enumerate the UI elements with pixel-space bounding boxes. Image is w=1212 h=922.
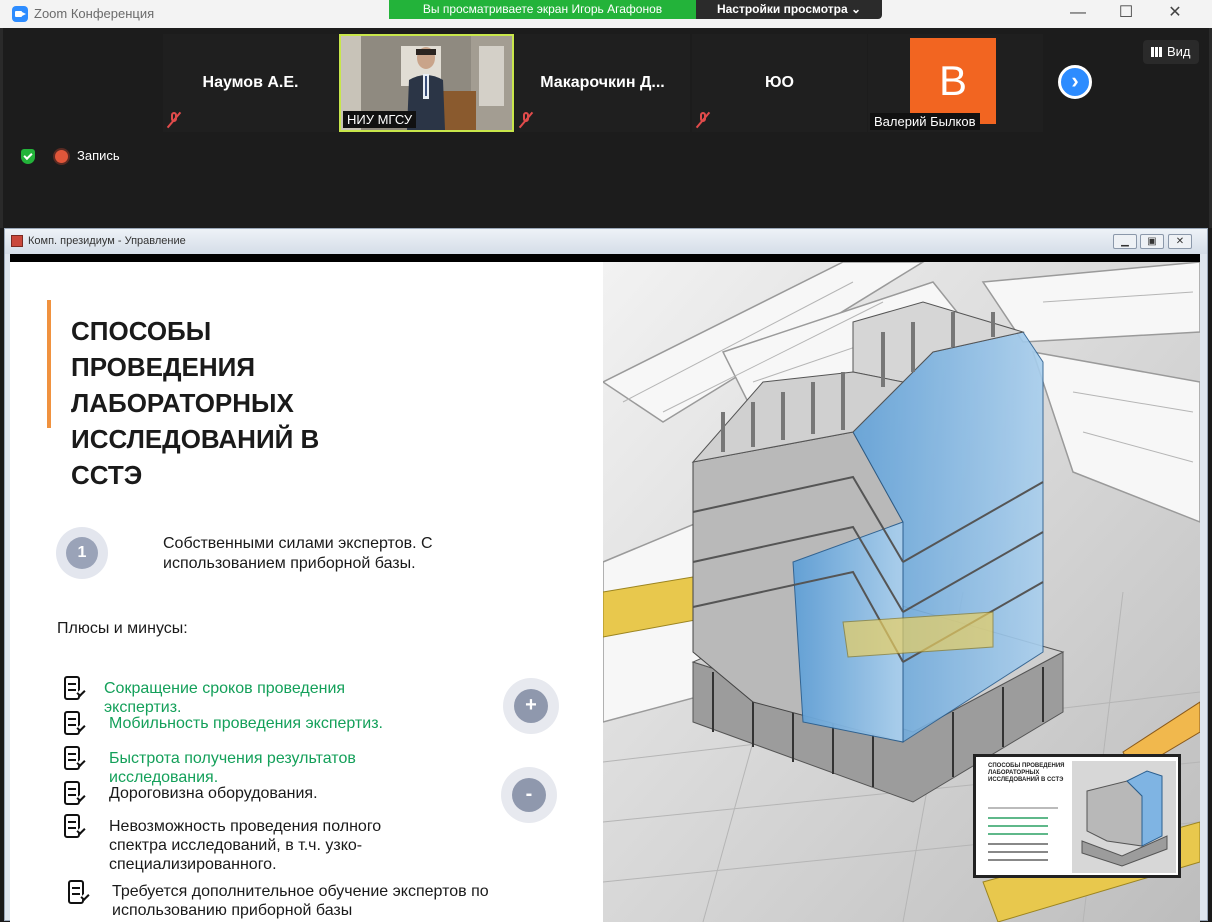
zoom-logo-icon bbox=[12, 6, 28, 22]
con-item: Требуется дополнительное обучение экспер… bbox=[112, 883, 489, 919]
minus-sign: - bbox=[512, 778, 546, 812]
plus-sign: + bbox=[514, 689, 548, 723]
view-layout-button[interactable]: Вид bbox=[1143, 40, 1199, 64]
thumbnail-image bbox=[1072, 761, 1176, 873]
screen-share-banner: Вы просматриваете экран Игорь Агафонов bbox=[389, 0, 696, 19]
participant-name: ЮО bbox=[765, 74, 794, 91]
participant-caption: Валерий Былков bbox=[870, 113, 980, 130]
method-number: 1 bbox=[66, 537, 98, 569]
accent-bar bbox=[47, 300, 51, 428]
participant-tile[interactable]: Наумов А.Е. bbox=[163, 34, 338, 132]
participant-tile[interactable]: ЮО bbox=[692, 34, 867, 132]
chevron-down-icon: ⌄ bbox=[850, 2, 862, 16]
thumbnail-title: СПОСОБЫ ПРОВЕДЕНИЯ ЛАБОРАТОРНЫХ ИССЛЕДОВ… bbox=[988, 763, 1065, 783]
muted-mic-icon bbox=[518, 111, 534, 129]
thumbnail-line bbox=[988, 843, 1048, 845]
minimize-icon[interactable]: ▁ bbox=[1113, 234, 1137, 249]
shared-window-title-bar: Комп. президиум - Управление ▁ ▣ ✕ bbox=[5, 229, 1207, 254]
method-number-badge: 1 bbox=[56, 527, 108, 579]
app-title: Zoom Конференция bbox=[34, 6, 155, 21]
checklist-icon bbox=[64, 676, 86, 702]
grid-icon bbox=[1151, 47, 1163, 57]
shared-window-title: Комп. президиум - Управление bbox=[28, 235, 186, 247]
pro-item: Быстрота получения результатов исследова… bbox=[109, 750, 356, 786]
checklist-icon bbox=[64, 746, 86, 772]
view-settings-button[interactable]: Настройки просмотра ⌄ bbox=[696, 0, 882, 19]
divider bbox=[10, 254, 1200, 262]
checklist-icon bbox=[64, 781, 86, 807]
window-app-icon bbox=[11, 235, 23, 247]
thumbnail-line bbox=[988, 807, 1058, 809]
method-description: Собственными силами экспертов. С использ… bbox=[163, 535, 433, 572]
participant-caption: НИУ МГСУ bbox=[343, 111, 417, 128]
muted-mic-icon bbox=[695, 111, 711, 129]
participant-tile[interactable]: В Валерий Былков bbox=[868, 34, 1043, 132]
recording-icon bbox=[55, 150, 68, 163]
slide-thumbnail-preview[interactable]: СПОСОБЫ ПРОВЕДЕНИЯ ЛАБОРАТОРНЫХ ИССЛЕДОВ… bbox=[973, 754, 1181, 878]
presentation-slide: СПОСОБЫ ПРОВЕДЕНИЯ ЛАБОРАТОРНЫХ ИССЛЕДОВ… bbox=[10, 262, 1200, 922]
thumbnail-line bbox=[988, 817, 1048, 819]
slide-title: СПОСОБЫ ПРОВЕДЕНИЯ ЛАБОРАТОРНЫХ ИССЛЕДОВ… bbox=[71, 316, 320, 490]
chevron-right-icon: › bbox=[1071, 68, 1079, 93]
security-shield-icon[interactable] bbox=[21, 149, 35, 164]
restore-icon[interactable]: ▣ bbox=[1140, 234, 1164, 249]
thumbnail-line bbox=[988, 851, 1048, 853]
thumbnail-line bbox=[988, 825, 1048, 827]
avatar: В bbox=[910, 38, 996, 124]
minus-badge: - bbox=[501, 767, 557, 823]
participant-strip: Наумов А.Е. НИУ МГСУ Макарочкин Д... ЮО … bbox=[0, 28, 1212, 228]
next-page-button[interactable]: › bbox=[1058, 65, 1092, 99]
checklist-icon bbox=[64, 814, 86, 840]
muted-mic-icon bbox=[166, 111, 182, 129]
zoom-title-bar: Zoom Конференция Вы просматриваете экран… bbox=[0, 0, 1212, 28]
pro-item: Мобильность проведения экспертиз. bbox=[109, 715, 383, 732]
pros-cons-label: Плюсы и минусы: bbox=[57, 620, 188, 637]
close-icon[interactable]: ✕ bbox=[1168, 234, 1192, 249]
checklist-icon bbox=[68, 880, 90, 906]
minimize-icon[interactable]: — bbox=[1063, 3, 1093, 23]
close-icon[interactable]: ✕ bbox=[1160, 3, 1190, 23]
participant-name: Макарочкин Д... bbox=[540, 74, 665, 91]
participant-tile-video[interactable]: НИУ МГСУ bbox=[339, 34, 514, 132]
view-settings-label: Настройки просмотра bbox=[716, 2, 848, 16]
checklist-icon bbox=[64, 711, 86, 737]
recording-label: Запись bbox=[77, 148, 120, 163]
thumbnail-line bbox=[988, 859, 1048, 861]
plus-badge: + bbox=[503, 678, 559, 734]
pro-item: Сокращение сроков проведения экспертиз. bbox=[104, 680, 346, 716]
participant-name: Наумов А.Е. bbox=[202, 74, 299, 91]
view-label: Вид bbox=[1167, 44, 1191, 59]
participant-tile[interactable]: Макарочкин Д... bbox=[515, 34, 690, 132]
thumbnail-line bbox=[988, 833, 1048, 835]
con-item: Дороговизна оборудования. bbox=[109, 785, 318, 802]
shared-window: Комп. президиум - Управление ▁ ▣ ✕ СПОСО… bbox=[4, 228, 1208, 922]
maximize-icon[interactable]: ☐ bbox=[1111, 3, 1141, 23]
con-item: Невозможность проведения полного спектра… bbox=[109, 818, 382, 873]
